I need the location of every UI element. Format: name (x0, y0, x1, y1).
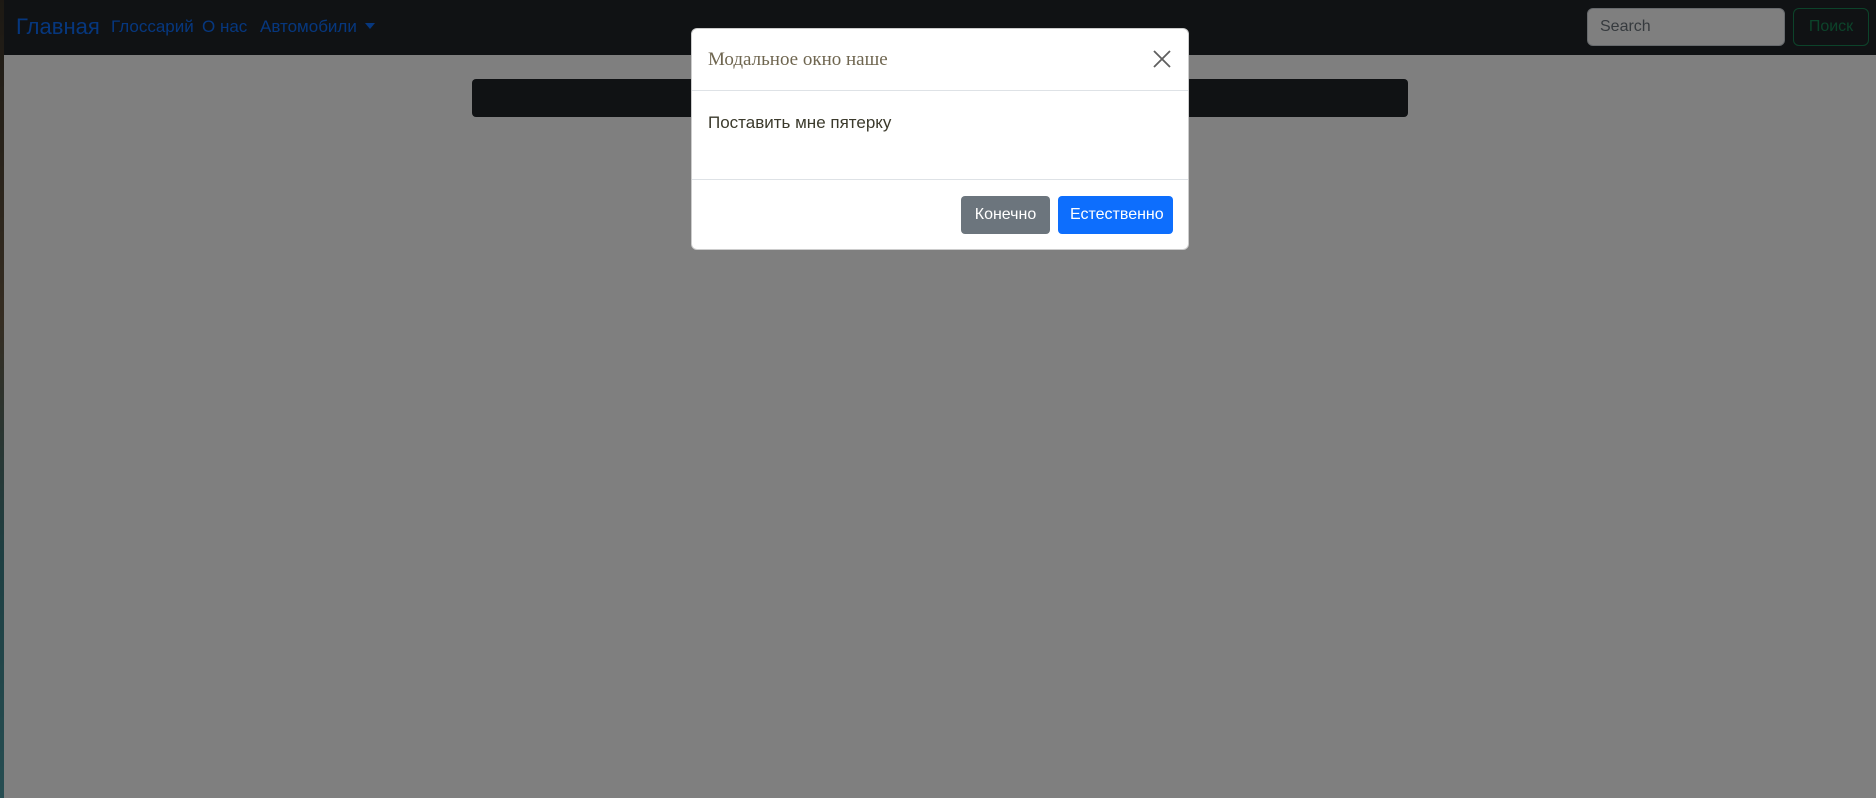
page: Главная Глоссарий О нас Автомобили Поиск… (0, 0, 1876, 798)
confirm-secondary-button[interactable]: Конечно (961, 196, 1050, 234)
modal-header: Модальное окно наше (692, 29, 1188, 91)
confirm-primary-button[interactable]: Естественно (1058, 196, 1173, 234)
modal-body: Поставить мне пятерку (692, 91, 1188, 180)
close-button[interactable] (1150, 47, 1174, 71)
modal-body-text: Поставить мне пятерку (708, 113, 892, 132)
close-icon (1153, 50, 1171, 68)
modal-dialog: Модальное окно наше Поставить мне пятерк… (691, 28, 1189, 250)
modal-title: Модальное окно наше (708, 49, 888, 70)
